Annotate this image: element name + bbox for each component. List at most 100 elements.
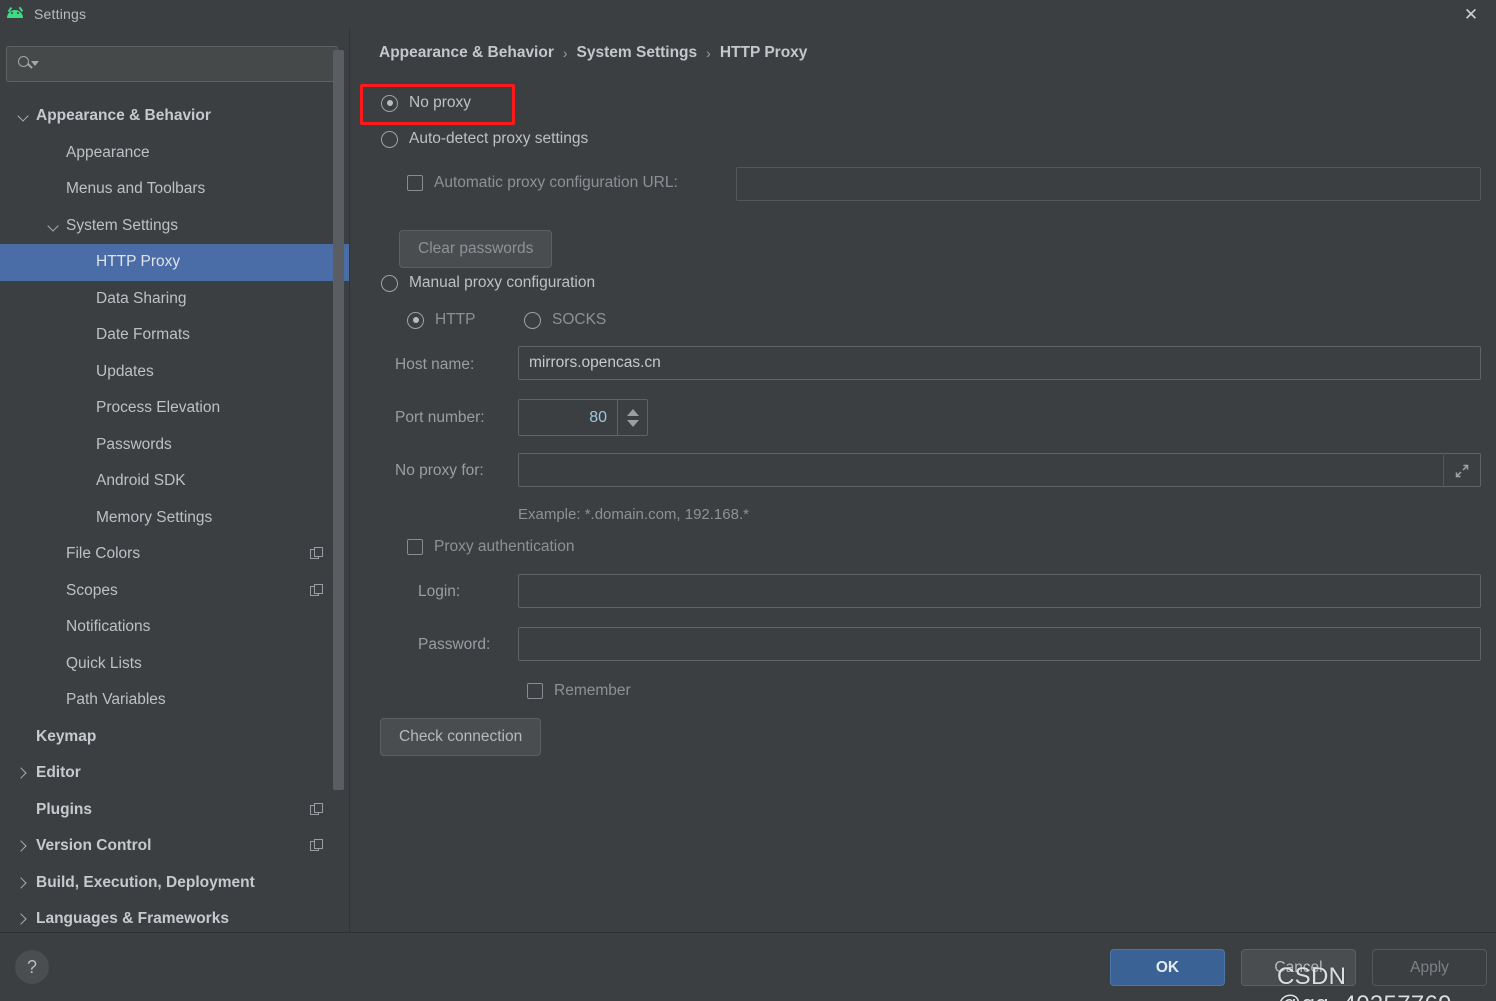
sidebar-item-system-settings[interactable]: System Settings (0, 208, 350, 245)
chevron-right-icon[interactable] (16, 912, 30, 926)
sidebar-item-appearance[interactable]: Appearance (0, 135, 350, 172)
sidebar-item-label: Build, Execution, Deployment (36, 873, 255, 891)
search-input[interactable] (40, 56, 337, 72)
sidebar-item-label: Passwords (96, 435, 172, 453)
sidebar-item-date-formats[interactable]: Date Formats (0, 317, 350, 354)
host-name-label: Host name: (395, 356, 475, 373)
sidebar-item-updates[interactable]: Updates (0, 354, 350, 391)
auto-detect-radio[interactable] (381, 130, 398, 148)
sidebar-item-file-colors[interactable]: File Colors (0, 536, 350, 573)
copy-icon[interactable] (310, 547, 324, 561)
auto-detect-label: Auto-detect proxy settings (409, 130, 589, 147)
breadcrumb-part-3: HTTP Proxy (719, 44, 808, 61)
ok-button[interactable]: OK (1110, 949, 1225, 986)
sidebar-item-build-execution-deployment[interactable]: Build, Execution, Deployment (0, 865, 350, 902)
port-number-label: Port number: (395, 409, 485, 426)
sidebar-item-plugins[interactable]: Plugins (0, 792, 350, 829)
chevron-down-icon[interactable] (46, 219, 60, 233)
sidebar-item-label: Menus and Toolbars (66, 180, 206, 198)
close-icon[interactable]: ✕ (1454, 3, 1488, 25)
sidebar-item-label: Appearance (66, 143, 150, 161)
sidebar-item-quick-lists[interactable]: Quick Lists (0, 646, 350, 683)
sidebar-item-label: Android SDK (96, 472, 186, 490)
dialog-footer: ? OK Cancel Apply (0, 932, 1496, 1001)
no-proxy-example-text: Example: *.domain.com, 192.168.* (518, 506, 749, 523)
help-icon[interactable]: ? (15, 950, 49, 984)
remember-checkbox[interactable] (527, 683, 543, 699)
socks-option[interactable]: SOCKS (524, 311, 606, 329)
sidebar-item-editor[interactable]: Editor (0, 755, 350, 792)
check-connection-button[interactable]: Check connection (380, 718, 542, 756)
sidebar-item-label: System Settings (66, 216, 178, 234)
sidebar-divider (349, 28, 350, 932)
apply-button[interactable]: Apply (1372, 949, 1487, 986)
proxy-authentication-checkbox[interactable] (407, 539, 423, 555)
http-option[interactable]: HTTP (407, 311, 475, 329)
sidebar-item-label: Keymap (36, 727, 97, 745)
port-number-value[interactable]: 80 (519, 409, 617, 427)
chevron-up-icon[interactable] (626, 408, 639, 416)
sidebar-scrollbar-track[interactable] (333, 28, 347, 888)
manual-proxy-radio[interactable] (381, 274, 398, 292)
sidebar-item-label: Editor (36, 764, 81, 782)
breadcrumb-part-2[interactable]: System Settings (577, 44, 698, 62)
sidebar-scrollbar-thumb[interactable] (333, 50, 344, 790)
sidebar-item-label: Notifications (66, 618, 151, 636)
auto-detect-option[interactable]: Auto-detect proxy settings (381, 130, 588, 148)
clear-passwords-button[interactable]: Clear passwords (399, 230, 553, 268)
copy-icon[interactable] (310, 583, 324, 598)
sidebar-item-data-sharing[interactable]: Data Sharing (0, 281, 350, 318)
port-number-arrows[interactable] (617, 400, 647, 435)
proxy-authentication-row[interactable]: Proxy authentication (407, 538, 574, 556)
sidebar-item-memory-settings[interactable]: Memory Settings (0, 500, 350, 537)
sidebar-item-label: Languages & Frameworks (36, 910, 229, 928)
sidebar-item-version-control[interactable]: Version Control (0, 828, 350, 865)
manual-proxy-label: Manual proxy configuration (409, 274, 596, 291)
chevron-right-icon[interactable] (16, 839, 30, 853)
sidebar-item-notifications[interactable]: Notifications (0, 609, 350, 646)
chevron-down-icon[interactable] (16, 109, 30, 123)
sidebar-item-scopes[interactable]: Scopes (0, 573, 350, 610)
chevron-right-icon[interactable] (16, 766, 30, 780)
window-title: Settings (34, 6, 87, 22)
search-icon (18, 55, 40, 73)
copy-icon[interactable] (310, 839, 324, 853)
breadcrumb-part-1[interactable]: Appearance & Behavior (379, 44, 554, 62)
sidebar-item-keymap[interactable]: Keymap (0, 719, 350, 756)
password-input[interactable] (518, 627, 1481, 661)
sidebar-item-label: Plugins (36, 800, 92, 818)
sidebar-item-process-elevation[interactable]: Process Elevation (0, 390, 350, 427)
http-radio[interactable] (407, 311, 424, 329)
cancel-button[interactable]: Cancel (1241, 949, 1356, 986)
port-number-stepper[interactable]: 80 (518, 399, 648, 436)
sidebar-item-appearance-behavior[interactable]: Appearance & Behavior (0, 98, 350, 135)
sidebar-item-passwords[interactable]: Passwords (0, 427, 350, 464)
auto-config-url-checkbox[interactable] (407, 175, 423, 191)
chevron-right-icon[interactable] (16, 876, 30, 890)
no-proxy-radio[interactable] (381, 94, 398, 112)
settings-tree: Appearance & Behavior Appearance Menus and… (0, 98, 350, 958)
socks-radio[interactable] (524, 311, 541, 329)
remember-row[interactable]: Remember (527, 682, 631, 700)
expand-icon[interactable] (1443, 455, 1479, 487)
login-input[interactable] (518, 574, 1481, 608)
sidebar-item-http-proxy[interactable]: HTTP Proxy (0, 244, 350, 281)
settings-dialog: Settings ✕ Appearance & Behavior Appearan… (0, 0, 1496, 1001)
host-name-input[interactable]: mirrors.opencas.cn (518, 346, 1481, 380)
socks-label: SOCKS (552, 311, 607, 328)
no-proxy-option[interactable]: No proxy (381, 94, 471, 112)
chevron-down-icon[interactable] (626, 419, 639, 427)
copy-icon[interactable] (310, 802, 324, 817)
sidebar-item-menus-and-toolbars[interactable]: Menus and Toolbars (0, 171, 350, 208)
breadcrumb-separator-2: › (706, 45, 711, 61)
sidebar-item-label: Appearance & Behavior (36, 107, 211, 125)
manual-proxy-option[interactable]: Manual proxy configuration (381, 274, 595, 292)
sidebar-item-label: Scopes (66, 581, 118, 599)
sidebar-item-path-variables[interactable]: Path Variables (0, 682, 350, 719)
sidebar-item-label: Quick Lists (66, 654, 142, 672)
search-box[interactable] (6, 46, 338, 82)
auto-config-url-input[interactable] (736, 167, 1481, 201)
no-proxy-for-input[interactable] (518, 453, 1481, 487)
no-proxy-label: No proxy (409, 94, 472, 111)
sidebar-item-android-sdk[interactable]: Android SDK (0, 463, 350, 500)
